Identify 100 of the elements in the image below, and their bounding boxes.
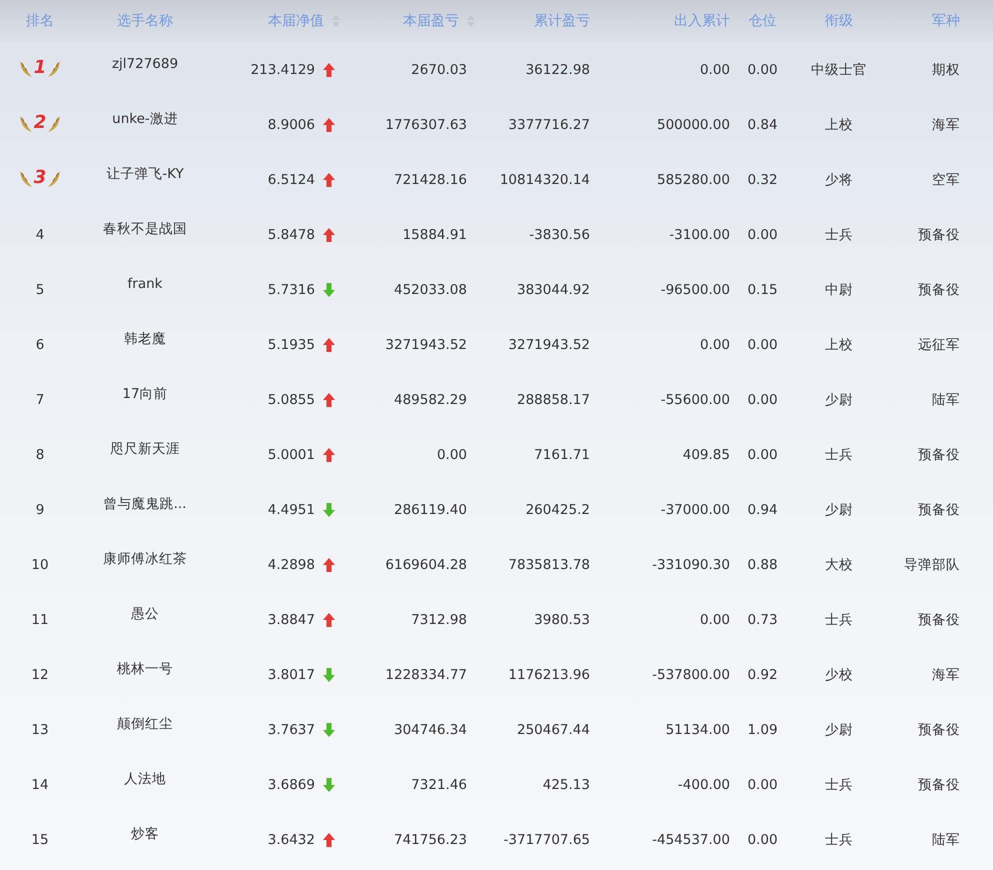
service-branch: 远征军 bbox=[918, 336, 960, 354]
rank-number: 15 bbox=[31, 832, 49, 848]
cash-flow: -331090.30 bbox=[652, 556, 730, 572]
cash-flow: 585280.00 bbox=[656, 172, 730, 188]
period-profit: 15884.91 bbox=[402, 226, 467, 242]
total-profit: 7835813.78 bbox=[508, 556, 590, 572]
position-ratio: 0.00 bbox=[747, 226, 778, 242]
player-name: zjl727689 bbox=[112, 56, 178, 72]
player-name: 曾与魔鬼跳... bbox=[104, 494, 186, 512]
period-profit: 741756.23 bbox=[394, 832, 467, 848]
rank-number: 10 bbox=[31, 556, 49, 572]
rank-title: 士兵 bbox=[825, 226, 853, 244]
column-header: 军种 bbox=[932, 12, 960, 30]
rank-number: 3 bbox=[34, 167, 46, 188]
position-ratio: 0.00 bbox=[747, 62, 778, 78]
rank-title: 士兵 bbox=[825, 610, 853, 628]
position-ratio: 0.00 bbox=[747, 336, 778, 352]
rank-number: 4 bbox=[36, 226, 44, 242]
position-ratio: 0.84 bbox=[747, 116, 778, 132]
column-header: 排名 bbox=[26, 12, 54, 30]
total-profit: 3980.53 bbox=[534, 612, 590, 628]
period-profit: 452033.08 bbox=[394, 282, 467, 298]
net-value: 5.1935 bbox=[268, 336, 315, 352]
net-value: 3.7637 bbox=[268, 722, 315, 738]
rank-number: 11 bbox=[31, 612, 49, 628]
sort-header[interactable]: 本届盈亏 bbox=[403, 12, 459, 30]
period-profit: 2670.03 bbox=[411, 62, 467, 78]
cash-flow: -537800.00 bbox=[652, 666, 730, 682]
position-ratio: 0.00 bbox=[747, 446, 778, 462]
rank-title: 士兵 bbox=[825, 776, 853, 794]
player-name: 炒客 bbox=[131, 824, 159, 842]
service-branch: 预备役 bbox=[918, 280, 960, 298]
period-profit: 1776307.63 bbox=[385, 116, 467, 132]
player-name: 桃林一号 bbox=[117, 660, 173, 678]
total-profit: 1176213.96 bbox=[508, 666, 590, 682]
service-branch: 预备役 bbox=[918, 610, 960, 628]
rank-title: 中尉 bbox=[825, 280, 853, 298]
cash-flow: -454537.00 bbox=[652, 832, 730, 848]
net-value: 5.0001 bbox=[268, 446, 315, 462]
player-name: unke-激进 bbox=[112, 110, 178, 128]
total-profit: 250467.44 bbox=[516, 722, 590, 738]
service-branch: 陆军 bbox=[932, 830, 960, 848]
rank-number: 6 bbox=[36, 336, 44, 352]
rank-number: 8 bbox=[36, 446, 44, 462]
total-profit: 288858.17 bbox=[516, 392, 590, 408]
player-name: 康师傅冰红茶 bbox=[103, 550, 187, 568]
position-ratio: 0.32 bbox=[747, 172, 778, 188]
service-branch: 预备役 bbox=[918, 446, 960, 464]
cash-flow: 0.00 bbox=[700, 62, 730, 78]
position-ratio: 0.15 bbox=[747, 282, 778, 298]
total-profit: -3830.56 bbox=[529, 226, 590, 242]
cash-flow: 409.85 bbox=[682, 446, 730, 462]
period-profit: 286119.40 bbox=[394, 502, 467, 518]
period-profit: 721428.16 bbox=[394, 172, 467, 188]
cash-flow: -400.00 bbox=[678, 776, 730, 792]
service-branch: 预备役 bbox=[918, 776, 960, 794]
net-value: 3.6432 bbox=[268, 832, 315, 848]
rank-number: 9 bbox=[36, 502, 44, 518]
service-branch: 海军 bbox=[932, 116, 960, 134]
position-ratio: 0.73 bbox=[747, 612, 778, 628]
net-value: 5.8478 bbox=[268, 226, 315, 242]
position-ratio: 0.92 bbox=[747, 666, 778, 682]
service-branch: 预备役 bbox=[918, 500, 960, 518]
net-value: 3.8847 bbox=[268, 612, 315, 628]
net-value: 8.9006 bbox=[268, 116, 315, 132]
cash-flow: -3100.00 bbox=[669, 226, 730, 242]
rank-title: 少将 bbox=[825, 170, 853, 188]
cash-flow: 0.00 bbox=[700, 612, 730, 628]
period-profit: 3271943.52 bbox=[385, 336, 467, 352]
rank-title: 士兵 bbox=[825, 830, 853, 848]
position-ratio: 0.00 bbox=[747, 776, 778, 792]
cash-flow: -37000.00 bbox=[660, 502, 730, 518]
total-profit: 425.13 bbox=[542, 776, 590, 792]
cash-flow: 51134.00 bbox=[666, 722, 730, 738]
total-profit: 3377716.27 bbox=[508, 116, 590, 132]
player-name: 颠倒红尘 bbox=[117, 714, 173, 732]
net-value: 5.7316 bbox=[268, 282, 315, 298]
net-value: 3.8017 bbox=[268, 666, 315, 682]
service-branch: 期权 bbox=[932, 60, 960, 78]
column-header: 衔级 bbox=[825, 12, 853, 30]
sort-header[interactable]: 本届净值 bbox=[268, 12, 324, 30]
column-header: 选手名称 bbox=[117, 12, 173, 30]
rank-number: 7 bbox=[36, 392, 44, 408]
period-profit: 0.00 bbox=[436, 446, 467, 462]
column-header: 出入累计 bbox=[674, 12, 730, 30]
column-header: 仓位 bbox=[748, 12, 776, 30]
service-branch: 海军 bbox=[932, 666, 960, 684]
period-profit: 1228334.77 bbox=[385, 666, 467, 682]
player-name: 韩老魔 bbox=[124, 330, 166, 348]
net-value: 4.4951 bbox=[268, 502, 315, 518]
net-value: 4.2898 bbox=[268, 556, 315, 572]
rank-number: 1 bbox=[34, 57, 46, 78]
net-value: 5.0855 bbox=[268, 392, 315, 408]
service-branch: 导弹部队 bbox=[904, 556, 960, 574]
player-name: 人法地 bbox=[124, 770, 166, 788]
net-value: 3.6869 bbox=[268, 776, 315, 792]
net-value: 213.4129 bbox=[250, 62, 315, 78]
position-ratio: 0.88 bbox=[747, 556, 778, 572]
period-profit: 489582.29 bbox=[394, 392, 467, 408]
total-profit: 7161.71 bbox=[534, 446, 590, 462]
